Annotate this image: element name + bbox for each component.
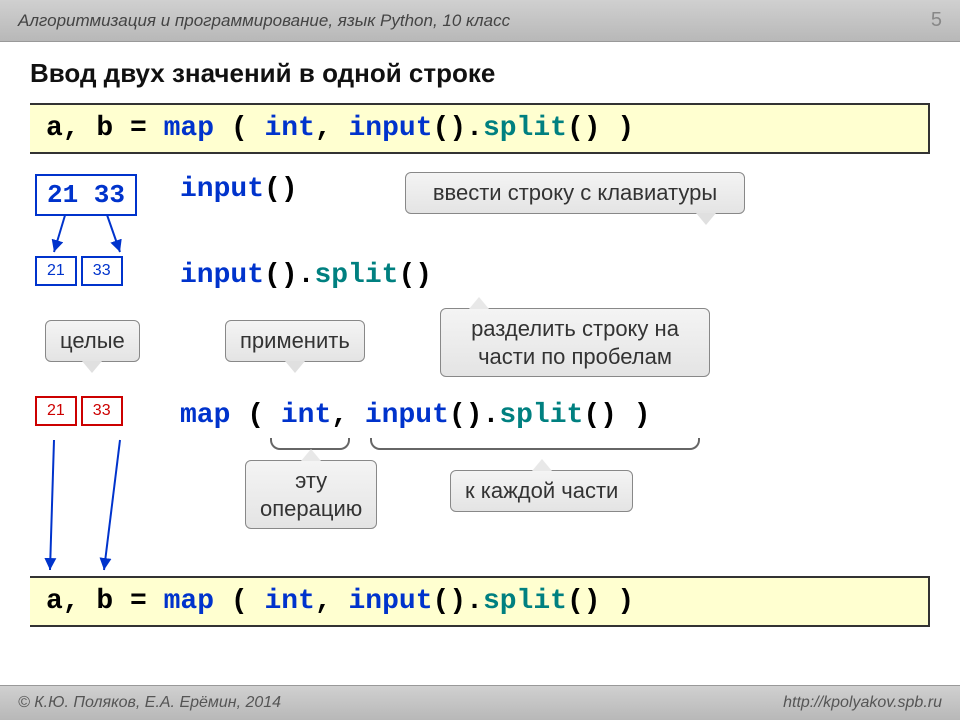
step2-left: 21 — [35, 256, 77, 286]
callout-input: ввести строку с клавиатуры — [405, 172, 745, 214]
callout-operation: эту операцию — [245, 460, 377, 529]
callout-apply: применить — [225, 320, 365, 362]
step3-boxes: 21 33 — [35, 396, 123, 426]
content-area: a, b = map ( int, input().split() ) 21 3… — [0, 103, 960, 620]
step2-right: 33 — [81, 256, 123, 286]
header-bar: Алгоритмизация и программирование, язык … — [0, 0, 960, 42]
footer-bar: © К.Ю. Поляков, Е.А. Ерёмин, 2014 http:/… — [0, 685, 960, 720]
code-bottom: a, b = map ( int, input().split() ) — [30, 576, 930, 627]
step2-code: input().split() — [180, 260, 432, 291]
footer-right: http://kpolyakov.spb.ru — [783, 694, 942, 712]
step2-boxes: 21 33 — [35, 256, 123, 286]
breadcrumb: Алгоритмизация и программирование, язык … — [18, 11, 510, 31]
callout-split: разделить строку на части по пробелам — [440, 308, 710, 377]
callout-integers: целые — [45, 320, 140, 362]
footer-left: © К.Ю. Поляков, Е.А. Ерёмин, 2014 — [18, 694, 281, 712]
callout-eachpart: к каждой части — [450, 470, 633, 512]
brace-inputsplit — [370, 438, 700, 450]
code-top: a, b = map ( int, input().split() ) — [30, 103, 930, 154]
step3-code: map ( int, input().split() ) — [180, 400, 651, 431]
slide-title: Ввод двух значений в одной строке — [0, 42, 960, 97]
diagram-stage: 21 33 input() ввести строку с клавиатуры… — [30, 160, 930, 620]
page-number: 5 — [931, 9, 942, 32]
arrows-svg — [30, 160, 930, 620]
step3-right: 33 — [81, 396, 123, 426]
step1-code: input() — [180, 174, 298, 205]
step1-box: 21 33 — [35, 174, 137, 216]
step3-left: 21 — [35, 396, 77, 426]
